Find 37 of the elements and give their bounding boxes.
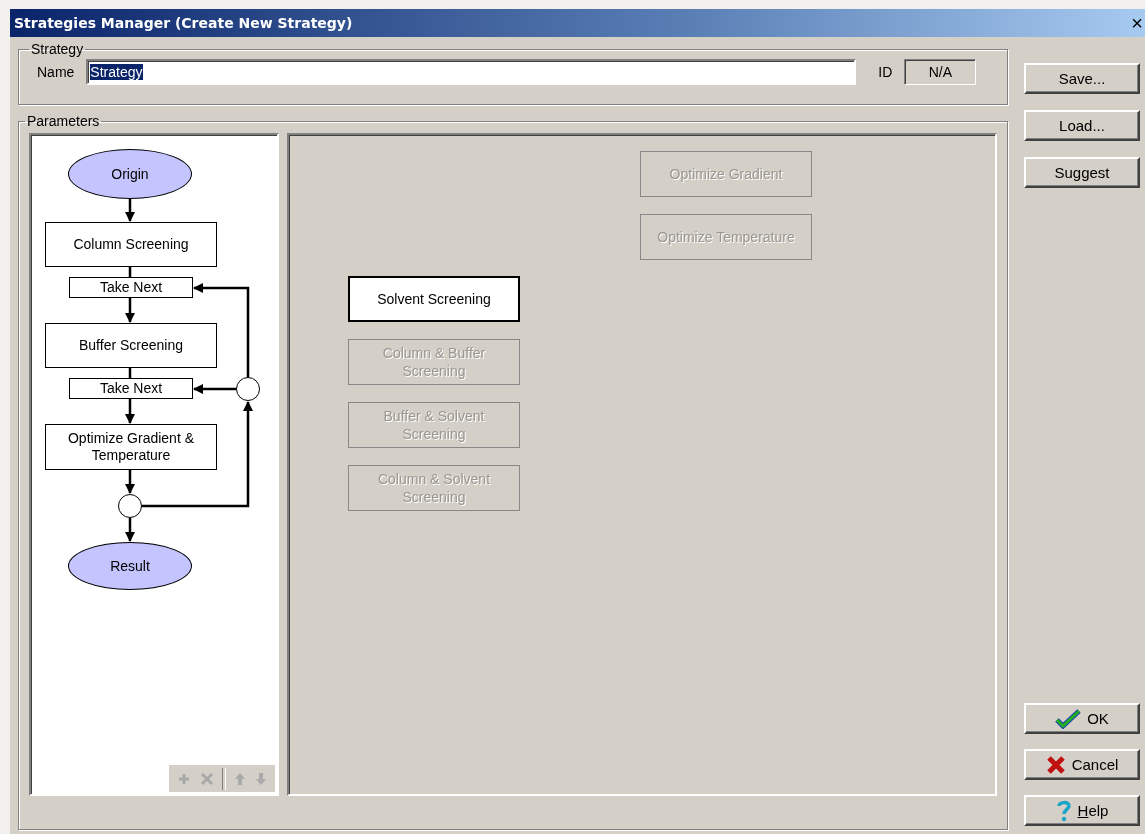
arrow [193, 384, 236, 394]
add-icon[interactable] [177, 771, 192, 786]
dialog-button[interactable]: Save... [1024, 63, 1140, 94]
checkmark-icon [1055, 708, 1082, 729]
dialog-button[interactable]: OK [1024, 703, 1140, 734]
name-field[interactable]: Strategy [86, 59, 857, 85]
delete-icon[interactable] [199, 771, 214, 786]
arrow [125, 399, 135, 424]
dialog-button[interactable]: Suggest [1024, 157, 1140, 188]
arrow [125, 518, 135, 542]
up-arrow-icon[interactable] [234, 771, 247, 786]
decision-node[interactable] [118, 494, 142, 518]
name-label: Name [36, 64, 76, 80]
id-label: ID [877, 64, 894, 80]
dialog-button[interactable]: Cancel [1024, 749, 1140, 780]
cross-icon [1045, 754, 1066, 775]
terminal-node[interactable]: Origin [68, 149, 192, 199]
process-node[interactable]: Buffer Screening [45, 323, 217, 368]
id-field: N/A [904, 59, 977, 85]
dialog-button[interactable]: Load... [1024, 110, 1140, 141]
arrow [125, 470, 135, 494]
step-node[interactable]: Take Next [69, 277, 193, 298]
process-node[interactable]: Optimize Gradient & Temperature [45, 424, 217, 470]
arrow [125, 298, 135, 323]
group-title: Parameters [26, 113, 101, 129]
terminal-node[interactable]: Result [68, 542, 192, 590]
window-title: Strategies Manager (Create New Strategy) [14, 15, 353, 31]
arrow [125, 199, 135, 222]
close-button[interactable]: × [1129, 13, 1145, 33]
dialog-button[interactable]: Help [1024, 795, 1140, 826]
step-node[interactable]: Take Next [69, 378, 193, 399]
decision-node[interactable] [236, 377, 260, 401]
step-button[interactable]: Solvent Screening [348, 276, 520, 322]
process-node[interactable]: Column Screening [45, 222, 217, 267]
question-mark-icon [1055, 799, 1072, 822]
group-title: Strategy [30, 41, 85, 57]
down-arrow-icon[interactable] [254, 771, 267, 786]
